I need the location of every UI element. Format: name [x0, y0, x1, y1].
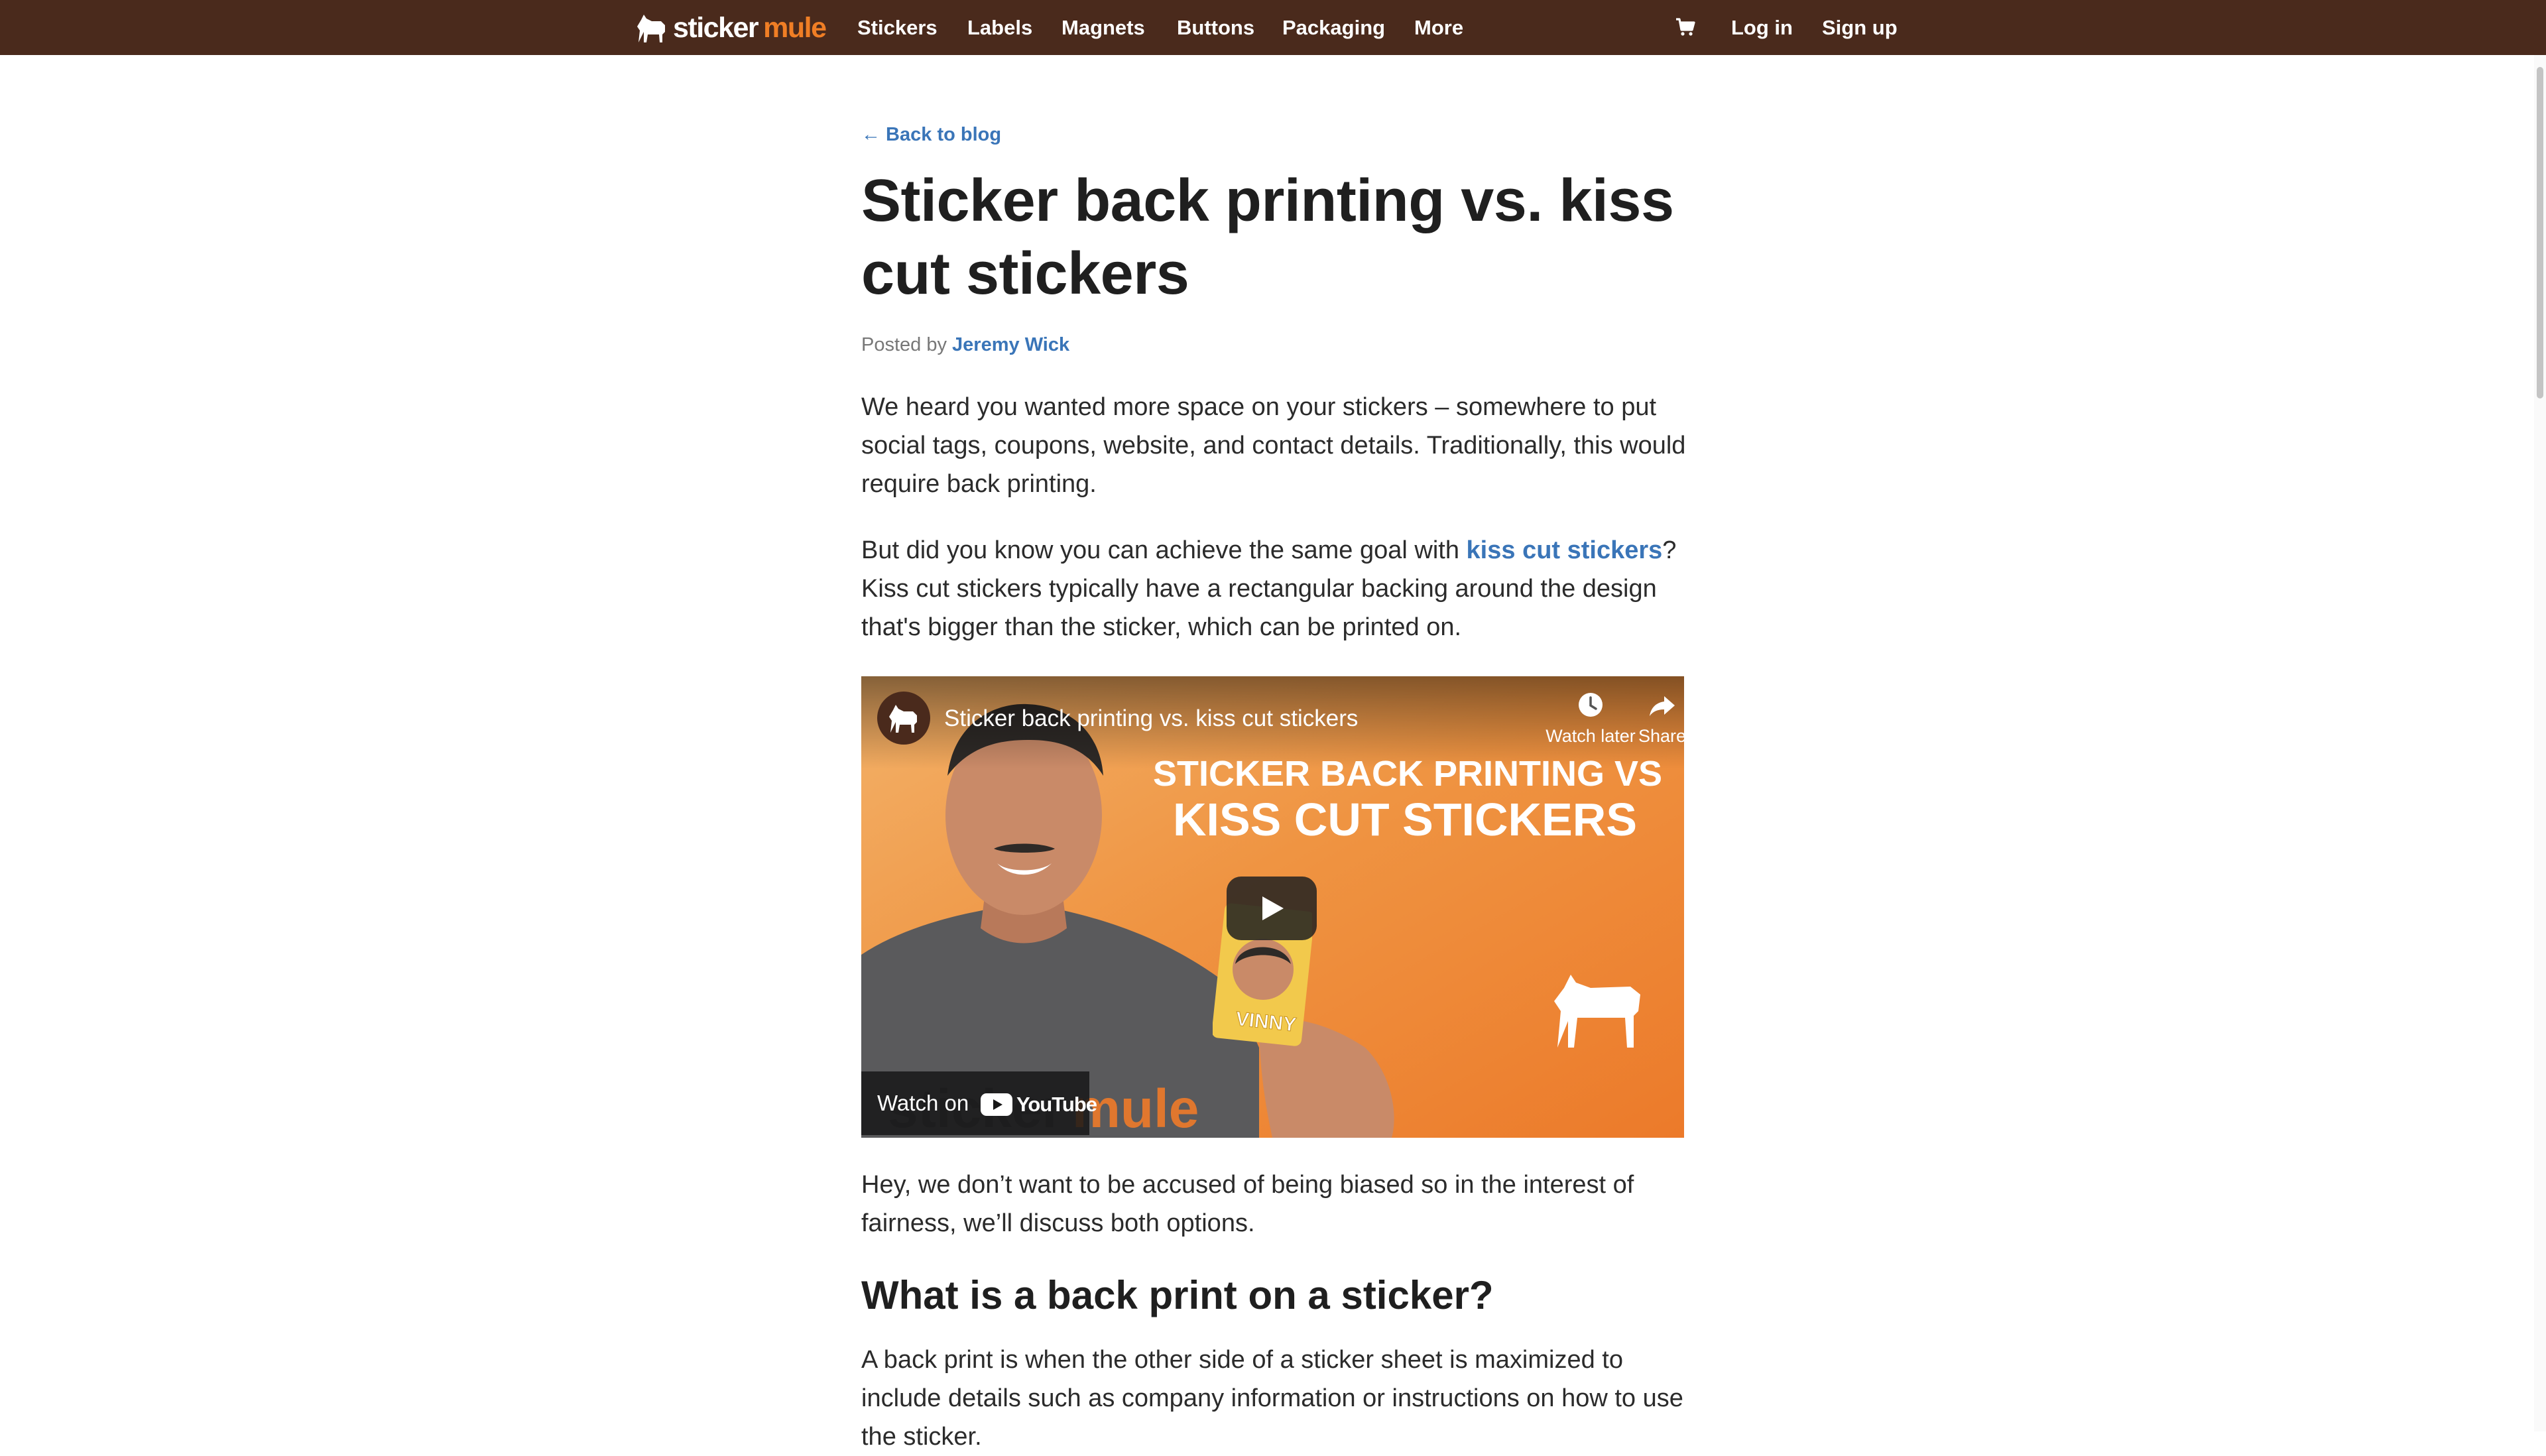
share-icon — [1650, 696, 1675, 716]
nav-labels[interactable]: Labels — [967, 13, 1032, 42]
logo-text-sticker: sticker — [673, 11, 759, 44]
login-link[interactable]: Log in — [1731, 13, 1793, 42]
mule-logo-icon — [889, 705, 917, 733]
logo-text-mule: mule — [763, 11, 827, 44]
kiss-cut-paragraph: But did you know you can achieve the sam… — [861, 531, 1690, 646]
nav-stickers[interactable]: Stickers — [857, 13, 938, 42]
article-title: Sticker back printing vs. kiss cut stick… — [861, 168, 1674, 307]
play-button[interactable] — [1227, 877, 1317, 940]
watch-on-youtube-button[interactable]: Watch on YouTube — [861, 1071, 1097, 1135]
posted-by-label: Posted by — [861, 334, 947, 355]
nav-magnets[interactable]: Magnets — [1061, 13, 1145, 42]
kiss-cut-stickers-link[interactable]: kiss cut stickers — [1467, 536, 1663, 564]
paragraph-text: But did you know you can achieve the sam… — [861, 536, 1467, 564]
headline-line-1: STICKER BACK PRINTING VS — [1153, 754, 1663, 794]
nav-more[interactable]: More — [1414, 13, 1463, 42]
nav-buttons[interactable]: Buttons — [1177, 13, 1254, 42]
youtube-video-embed[interactable]: sticker mule Sticker back printing vs. k… — [861, 676, 1684, 1138]
author-link[interactable]: Jeremy Wick — [952, 334, 1069, 355]
channel-avatar[interactable] — [877, 692, 930, 745]
headline-line-2: KISS CUT STICKERS — [1172, 794, 1638, 845]
youtube-logo: YouTube — [981, 1091, 1097, 1118]
video-title[interactable]: Sticker back printing vs. kiss cut stick… — [944, 704, 1358, 733]
scrollbar-thumb[interactable] — [2537, 67, 2543, 398]
signup-link[interactable]: Sign up — [1822, 13, 1898, 42]
shopping-cart-icon[interactable] — [1675, 17, 1695, 37]
stickermule-logo[interactable]: sticker mule — [635, 9, 827, 46]
play-icon — [1262, 896, 1284, 920]
mule-logo-icon — [637, 15, 665, 42]
fairness-paragraph: Hey, we don’t want to be accused of bein… — [861, 1171, 1634, 1237]
section-heading: What is a back print on a sticker? — [861, 1273, 1494, 1317]
youtube-wordmark: YouTube — [1016, 1093, 1097, 1116]
top-navigation-bar: sticker mule Stickers Labels Magnets Butt… — [0, 0, 2546, 55]
scrollbar-track[interactable] — [2534, 55, 2546, 1431]
intro-paragraph: We heard you wanted more space on your s… — [861, 393, 1686, 498]
nav-packaging[interactable]: Packaging — [1282, 13, 1385, 42]
article-byline: Posted by Jeremy Wick — [861, 330, 1069, 359]
back-to-blog-link[interactable]: ← Back to blog — [861, 120, 1001, 149]
thumbnail-headline: STICKER BACK PRINTING VS KISS CUT STICKE… — [1153, 754, 1663, 845]
watch-on-label: Watch on — [877, 1091, 969, 1115]
share-label: Share — [1638, 726, 1684, 746]
back-print-paragraph: A back print is when the other side of a… — [861, 1346, 1683, 1451]
clock-icon — [1579, 693, 1603, 717]
share-button[interactable]: Share — [1626, 690, 1684, 749]
youtube-play-icon — [981, 1093, 1012, 1116]
